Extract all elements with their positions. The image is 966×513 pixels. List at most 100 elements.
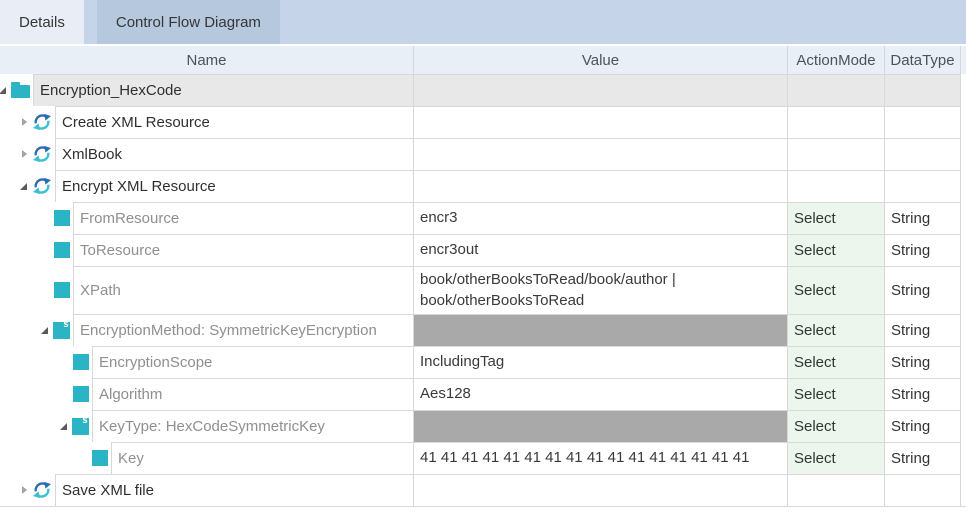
block-icon [54, 210, 70, 226]
expander-icon[interactable] [0, 87, 6, 94]
expander-icon[interactable] [20, 183, 27, 190]
filler-cell [960, 106, 966, 138]
value-cell[interactable] [413, 410, 787, 442]
data-type-cell[interactable]: String [884, 378, 960, 410]
name-cell[interactable]: Save XML file [0, 474, 413, 506]
expander-icon[interactable] [41, 327, 48, 334]
table-bottom-border [0, 506, 966, 507]
expander-icon[interactable] [22, 150, 27, 158]
value-cell[interactable]: Aes128 [413, 378, 787, 410]
table-header-row: Name Value ActionMode DataType [0, 46, 966, 74]
folder-icon [11, 82, 30, 98]
column-header-actionmode: ActionMode [787, 46, 884, 74]
action-mode-cell[interactable]: Select [787, 442, 884, 474]
data-type-cell[interactable]: String [884, 266, 960, 314]
name-cell[interactable]: ToResource [0, 234, 413, 266]
table-row[interactable]: EncryptionMethod: SymmetricKeyEncryption… [0, 314, 966, 346]
table-row[interactable]: KeyType: HexCodeSymmetricKey Select Stri… [0, 410, 966, 442]
table-row[interactable]: FromResource encr3 Select String [0, 202, 966, 234]
row-label: EncryptionMethod: SymmetricKeyEncryption [80, 322, 377, 339]
data-type-cell[interactable] [884, 474, 960, 506]
action-mode-cell[interactable]: Select [787, 346, 884, 378]
action-mode-cell[interactable] [787, 106, 884, 138]
name-cell[interactable]: Create XML Resource [0, 106, 413, 138]
action-mode-cell[interactable]: Select [787, 410, 884, 442]
action-mode-cell[interactable]: Select [787, 202, 884, 234]
expander-icon[interactable] [22, 486, 27, 494]
data-type-cell[interactable]: String [884, 442, 960, 474]
expander-icon[interactable] [60, 423, 67, 430]
data-type-cell[interactable] [884, 138, 960, 170]
value-cell[interactable]: 41 41 41 41 41 41 41 41 41 41 41 41 41 4… [413, 442, 787, 474]
value-cell[interactable]: encr3 [413, 202, 787, 234]
block-icon [92, 450, 108, 466]
value-text: encr3out [420, 240, 478, 260]
name-cell[interactable]: EncryptionMethod: SymmetricKeyEncryption [0, 314, 413, 346]
filler-cell [960, 474, 966, 506]
value-cell[interactable]: IncludingTag [413, 346, 787, 378]
value-cell[interactable] [413, 138, 787, 170]
table-row[interactable]: ToResource encr3out Select String [0, 234, 966, 266]
value-cell[interactable] [413, 106, 787, 138]
data-type-cell[interactable] [884, 106, 960, 138]
table-row[interactable]: Save XML file [0, 474, 966, 506]
value-cell[interactable] [413, 170, 787, 202]
value-cell[interactable]: book/otherBooksToRead/book/author | book… [413, 266, 787, 314]
table-row[interactable]: Encryption_HexCode [0, 74, 966, 106]
action-mode-cell[interactable]: Select [787, 234, 884, 266]
tree-indent [0, 106, 55, 138]
table-row[interactable]: Algorithm Aes128 Select String [0, 378, 966, 410]
filler-cell [960, 74, 966, 106]
table-row[interactable]: XPath book/otherBooksToRead/book/author … [0, 266, 966, 314]
table-row[interactable]: EncryptionScope IncludingTag Select Stri… [0, 346, 966, 378]
action-mode-cell[interactable] [787, 170, 884, 202]
table-row[interactable]: Encrypt XML Resource [0, 170, 966, 202]
tab-bar: Details Control Flow Diagram [0, 0, 966, 44]
row-label: ToResource [80, 242, 160, 259]
name-cell[interactable]: XmlBook [0, 138, 413, 170]
refresh-icon [32, 112, 52, 132]
action-mode-cell[interactable]: Select [787, 314, 884, 346]
tab-control-flow-diagram[interactable]: Control Flow Diagram [97, 0, 280, 44]
table-row[interactable]: Create XML Resource [0, 106, 966, 138]
action-mode-cell[interactable] [787, 138, 884, 170]
value-cell[interactable] [413, 74, 787, 106]
data-type-cell[interactable]: String [884, 410, 960, 442]
data-type-cell[interactable]: String [884, 346, 960, 378]
name-cell[interactable]: FromResource [0, 202, 413, 234]
data-type-cell[interactable] [884, 74, 960, 106]
data-type-cell[interactable]: String [884, 202, 960, 234]
name-cell[interactable]: EncryptionScope [0, 346, 413, 378]
property-grid: Name Value ActionMode DataType Encryptio… [0, 46, 966, 507]
tree-indent [0, 266, 73, 314]
action-mode-cell[interactable] [787, 474, 884, 506]
name-cell[interactable]: KeyType: HexCodeSymmetricKey [0, 410, 413, 442]
filler-cell [960, 266, 966, 314]
refresh-icon [32, 176, 52, 196]
name-cell[interactable]: Encrypt XML Resource [0, 170, 413, 202]
action-mode-text: Select [794, 282, 836, 299]
name-cell[interactable]: Algorithm [0, 378, 413, 410]
expander-icon[interactable] [22, 118, 27, 126]
table-body: Encryption_HexCode Create XML Resource [0, 74, 966, 506]
tree-indent [0, 314, 73, 346]
value-cell[interactable] [413, 314, 787, 346]
value-cell[interactable] [413, 474, 787, 506]
row-label: KeyType: HexCodeSymmetricKey [99, 418, 325, 435]
action-mode-cell[interactable]: Select [787, 378, 884, 410]
table-row[interactable]: Key 41 41 41 41 41 41 41 41 41 41 41 41 … [0, 442, 966, 474]
action-mode-text: Select [794, 322, 836, 339]
name-cell[interactable]: Encryption_HexCode [0, 74, 413, 106]
data-type-cell[interactable]: String [884, 314, 960, 346]
name-cell[interactable]: XPath [0, 266, 413, 314]
table-row[interactable]: XmlBook [0, 138, 966, 170]
data-type-cell[interactable]: String [884, 234, 960, 266]
name-cell[interactable]: Key [0, 442, 413, 474]
struct-icon [72, 418, 89, 435]
tab-details[interactable]: Details [0, 0, 84, 44]
data-type-cell[interactable] [884, 170, 960, 202]
value-cell[interactable]: encr3out [413, 234, 787, 266]
column-header-name: Name [0, 46, 413, 74]
action-mode-cell[interactable]: Select [787, 266, 884, 314]
action-mode-cell[interactable] [787, 74, 884, 106]
